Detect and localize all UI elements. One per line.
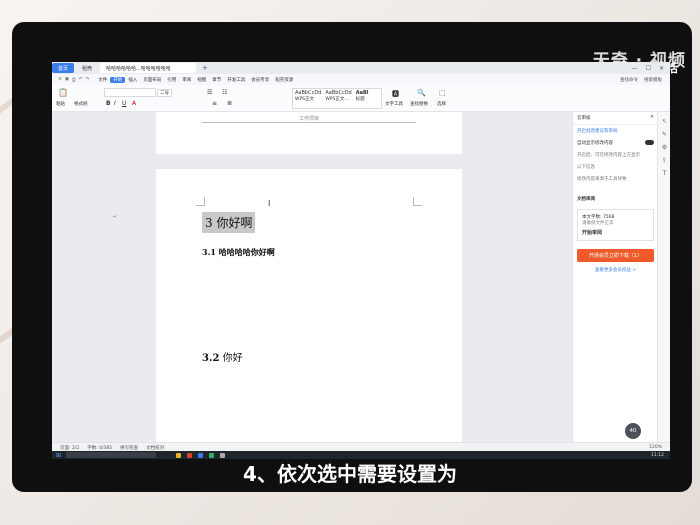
paragraph-mark-icon: ⇥ — [112, 214, 117, 220]
italic-button[interactable]: I — [114, 100, 116, 107]
right-pane: 云审核 ✕ 开启批改建议和审阅 自动显示修改内容 开启后，可在修改内容上方显示 … — [572, 112, 658, 442]
font-name-select[interactable] — [104, 88, 156, 97]
document-area[interactable]: 工作项目 3 你好啊 3.1 哈哈哈哈你好啊 3.2 你好 I ⇥ — [52, 112, 572, 442]
select-button[interactable]: 选择 — [437, 101, 446, 107]
pane-close-icon[interactable]: ✕ — [650, 115, 654, 121]
page-1: 工作项目 — [156, 112, 462, 154]
menu-docer[interactable]: 稻壳资源 — [272, 77, 296, 83]
pane-subtitle-link[interactable]: 开启批改建议和审阅 — [573, 125, 658, 137]
heading-2-b[interactable]: 3.2 你好 — [202, 349, 243, 364]
ribbon: 📋 粘贴 格式刷 二号 B I U A ☰ ☷ ≡ ≣ AaBbCcDd WPS… — [52, 85, 670, 112]
style-normal-2[interactable]: AaBbCcDd WPS正文... — [323, 89, 353, 108]
style-normal[interactable]: AaBbCcDd WPS正文 — [293, 89, 323, 108]
align-center-icon[interactable]: ≣ — [227, 100, 232, 107]
crop-mark-tr — [413, 197, 422, 206]
text-tool-button[interactable]: 文字工具 — [385, 101, 403, 107]
download-button[interactable]: 开通会员立即下载（1） — [577, 249, 654, 262]
menu-view[interactable]: 视图 — [194, 77, 209, 83]
print-icon[interactable]: ⎙ — [72, 77, 76, 83]
heading-2-a[interactable]: 3.1 哈哈哈哈你好啊 — [202, 247, 275, 258]
side-toolbar: ↖ ✎ ⚙ ⇪ T — [657, 112, 670, 442]
header-divider — [202, 122, 416, 123]
adjust-icon[interactable]: ⚙ — [658, 144, 670, 151]
paste-icon[interactable]: 📋 — [58, 88, 68, 97]
select-icon[interactable]: ⬚ — [439, 89, 446, 97]
app-icon-explorer[interactable] — [176, 452, 182, 458]
paste-button[interactable]: 粘贴 — [56, 101, 65, 107]
menu-references[interactable]: 引用 — [164, 77, 179, 83]
style-heading[interactable]: AaBl 标题 — [354, 89, 381, 108]
pane-desc: 开启后，可在修改内容上方显示 — [577, 153, 640, 158]
redo-icon[interactable]: ↷ — [85, 77, 89, 83]
zoom-level[interactable]: 120% — [649, 445, 662, 450]
menu-member[interactable]: 会员专享 — [248, 77, 272, 83]
status-page[interactable]: 页面: 2/2 — [60, 445, 79, 451]
menu-bar: ≡ ▣ ⎙ ↶ ↷ 文件 开始 插入 页面布局 引用 审阅 视图 章节 开发工具… — [52, 74, 670, 85]
format-painter-button[interactable]: 格式刷 — [74, 101, 88, 107]
bold-button[interactable]: B — [106, 100, 111, 107]
search-command[interactable]: 查找命令 — [620, 77, 638, 83]
pane-option-row: 自动显示修改内容 — [573, 137, 658, 149]
maximize-icon[interactable]: ☐ — [646, 65, 651, 72]
font-color-icon[interactable]: A — [132, 100, 136, 107]
status-words[interactable]: 字数: 4/385 — [87, 445, 112, 451]
video-caption: 4、依次选中需要设置为 — [243, 462, 457, 486]
text-cursor-icon: I — [268, 199, 271, 208]
zoom-bubble[interactable]: 40 — [625, 423, 641, 439]
tab-home[interactable]: 首页 — [52, 63, 75, 73]
text-tool-icon[interactable]: 🅰 — [392, 89, 399, 99]
pane-more: 修改内容来源于工具导致 — [577, 177, 627, 182]
page-2[interactable]: 3 你好啊 3.1 哈哈哈哈你好啊 3.2 你好 I — [156, 169, 462, 442]
app-icon-wps[interactable] — [187, 452, 193, 458]
status-doc-check[interactable]: 文档校对 — [146, 445, 164, 451]
heading-1-selected[interactable]: 3 你好啊 — [202, 212, 256, 233]
pen-icon[interactable]: ✎ — [658, 131, 670, 138]
tab-document[interactable]: 哈哈哈哈哈哈...哈哈哈哈哈哈 — [100, 63, 197, 73]
title-bar: 首页 稻壳 哈哈哈哈哈哈...哈哈哈哈哈哈 + — ☐ ✕ — [52, 62, 670, 74]
menu-review[interactable]: 审阅 — [179, 77, 194, 83]
menu-file[interactable]: 文件 — [95, 77, 110, 83]
tab-docer[interactable]: 稻壳 — [76, 63, 98, 73]
screen: 首页 稻壳 哈哈哈哈哈哈...哈哈哈哈哈哈 + — ☐ ✕ ≡ ▣ ⎙ ↶ ↷ … — [52, 62, 670, 459]
member-benefits-link[interactable]: 查看更多会员权益 > — [573, 265, 658, 275]
status-spell[interactable]: 拼写检查 — [120, 445, 138, 451]
app-icon-browser[interactable] — [198, 452, 204, 458]
find-icon[interactable]: 🔍 — [417, 89, 426, 97]
menu-section[interactable]: 章节 — [209, 77, 224, 83]
share-icon[interactable]: ⇪ — [658, 157, 670, 164]
new-tab-button[interactable]: + — [202, 64, 208, 72]
numbered-list-icon[interactable]: ☷ — [222, 89, 227, 96]
minimize-icon[interactable]: — — [632, 65, 638, 72]
save-icon[interactable]: ▣ — [65, 77, 69, 83]
menu-insert[interactable]: 插入 — [125, 77, 140, 83]
style-gallery: AaBbCcDd WPS正文 AaBbCcDd WPS正文... AaBl 标题 — [292, 88, 382, 109]
underline-button[interactable]: U — [122, 100, 126, 107]
menu-icon[interactable]: ≡ — [58, 77, 62, 83]
cursor-icon[interactable]: ↖ — [658, 118, 670, 125]
menu-layout[interactable]: 页面布局 — [140, 77, 164, 83]
pane-title: 云审核 — [577, 116, 591, 121]
font-size-select[interactable]: 二号 — [157, 89, 172, 97]
search-template[interactable]: 搜索模板 — [644, 77, 662, 83]
pane-review-card[interactable]: 本文字数: 7568 请确保文件正常 开始审阅 — [577, 209, 654, 241]
text-icon[interactable]: T — [658, 170, 670, 177]
menu-home[interactable]: 开始 — [110, 76, 126, 83]
align-left-icon[interactable]: ≡ — [212, 100, 217, 107]
find-replace-button[interactable]: 查找替换 — [410, 101, 428, 107]
menu-dev-tools[interactable]: 开发工具 — [224, 77, 248, 83]
crop-mark-tl — [196, 197, 205, 206]
pane-desc-2: 以下信息 — [577, 165, 595, 170]
pane-toggle[interactable] — [645, 140, 654, 145]
app-icon-chat[interactable] — [209, 452, 215, 458]
bullet-list-icon[interactable]: ☰ — [207, 89, 212, 96]
app-icon-misc[interactable] — [220, 452, 226, 458]
pane-box-label: 文档审阅 — [577, 197, 595, 202]
undo-icon[interactable]: ↶ — [79, 77, 83, 83]
page-header-text: 工作项目 — [298, 116, 319, 122]
taskbar-clock: 11:12 — [651, 452, 664, 458]
close-icon[interactable]: ✕ — [659, 65, 664, 72]
